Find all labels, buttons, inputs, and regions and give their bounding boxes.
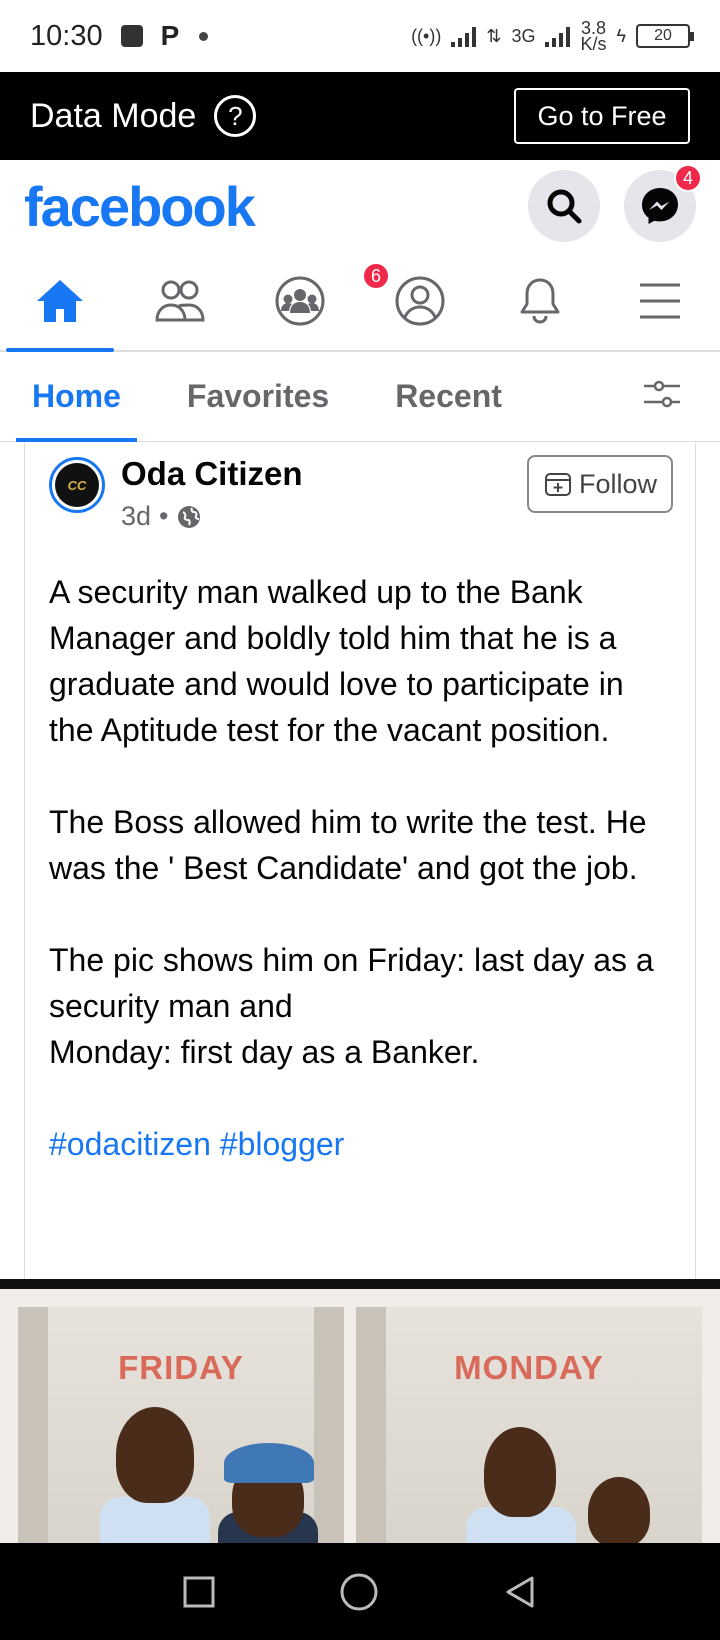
- friends-icon: [155, 280, 205, 322]
- photo-person-face: [588, 1477, 650, 1543]
- main-nav: 6: [0, 252, 720, 352]
- status-right-icons: ((•)) ⇅ 3G 3.8 K/s ϟ 20: [411, 19, 694, 54]
- nav-tab-notifications[interactable]: [480, 252, 600, 350]
- notification-p-icon: P: [160, 20, 180, 51]
- hotspot-icon: ((•)): [411, 25, 442, 46]
- post-paragraph: The pic shows him on Friday: last day as…: [49, 942, 654, 1070]
- profile-icon: [395, 276, 445, 326]
- nav-tab-groups[interactable]: 6: [240, 252, 390, 350]
- feed-tab-favorites[interactable]: Favorites: [171, 352, 345, 442]
- feed-tab-recent[interactable]: Recent: [379, 352, 518, 442]
- oda-citizen-logo-icon: CC: [55, 463, 99, 507]
- nav-tab-menu[interactable]: [600, 252, 720, 350]
- notification-dot-icon: [199, 31, 209, 41]
- status-time: 10:30: [30, 19, 103, 52]
- go-to-free-button[interactable]: Go to Free: [514, 88, 690, 144]
- system-nav-bar: [0, 1543, 720, 1640]
- post-author[interactable]: Oda Citizen: [121, 455, 303, 493]
- nav-tab-home[interactable]: [0, 252, 120, 352]
- photo-caption-monday: MONDAY: [454, 1349, 604, 1386]
- groups-icon: [275, 276, 325, 326]
- photo-panel-friday: FRIDAY: [18, 1307, 344, 1543]
- post-meta: 3d •: [121, 501, 201, 532]
- post-photo-divider: [0, 1279, 720, 1289]
- bell-icon: [520, 278, 560, 324]
- feed-tabs: Home Favorites Recent: [0, 352, 720, 442]
- photo-panel-monday: MONDAY: [356, 1307, 702, 1543]
- data-mode-bar: Data Mode ? Go to Free: [0, 72, 720, 160]
- signal-2-icon: [545, 25, 571, 47]
- data-mode-label: Data Mode: [30, 96, 197, 135]
- filter-icon: [644, 380, 680, 408]
- nav-tab-profile[interactable]: [360, 252, 480, 350]
- photo-pillar: [18, 1307, 48, 1543]
- post-photo[interactable]: FRIDAY MONDAY: [0, 1289, 720, 1543]
- feed-tab-home[interactable]: Home: [16, 352, 137, 442]
- back-icon[interactable]: [502, 1574, 538, 1610]
- post-body: A security man walked up to the Bank Man…: [49, 569, 669, 1213]
- feed-filter-button[interactable]: [642, 379, 682, 414]
- post-time[interactable]: 3d: [121, 501, 151, 532]
- menu-icon: [640, 283, 680, 319]
- messenger-button[interactable]: 4: [624, 164, 702, 242]
- follow-button[interactable]: Follow: [527, 455, 673, 513]
- globe-icon: [177, 505, 200, 528]
- status-bar: 10:30 P ((•)) ⇅ 3G 3.8 K/s ϟ 20: [0, 0, 720, 72]
- notification-square-icon: [120, 25, 143, 47]
- recents-icon[interactable]: [182, 1575, 216, 1609]
- help-icon[interactable]: ?: [214, 95, 257, 137]
- network-type: 3G: [511, 25, 536, 46]
- photo-pillar: [356, 1307, 386, 1543]
- search-button[interactable]: [528, 170, 600, 242]
- follow-page-icon: [544, 473, 571, 496]
- home-icon: [37, 280, 83, 322]
- data-arrows-icon: ⇅: [486, 25, 502, 46]
- photo-caption-friday: FRIDAY: [118, 1349, 244, 1386]
- messenger-badge: 4: [674, 164, 702, 192]
- photo-pillar: [314, 1307, 344, 1543]
- post-paragraph: A security man walked up to the Bank Man…: [49, 574, 624, 748]
- speed-indicator: 3.8 K/s: [580, 19, 607, 54]
- header-actions: 4: [528, 164, 702, 242]
- nav-tab-friends[interactable]: [120, 252, 240, 350]
- meta-separator: •: [159, 501, 169, 531]
- follow-label: Follow: [578, 468, 658, 499]
- charging-icon: ϟ: [616, 25, 626, 46]
- post-hashtags[interactable]: #odacitizen #blogger: [49, 1121, 669, 1167]
- signal-1-icon: [451, 25, 477, 47]
- photo-person-face: [116, 1407, 194, 1503]
- author-avatar[interactable]: CC: [49, 457, 105, 513]
- photo-cap: [224, 1443, 314, 1483]
- app-header: facebook 4: [0, 160, 720, 252]
- battery-icon: 20: [636, 24, 694, 48]
- facebook-logo[interactable]: facebook: [24, 174, 256, 239]
- home-circle-icon[interactable]: [339, 1572, 379, 1612]
- speed-unit: K/s: [580, 34, 607, 54]
- search-icon: [547, 189, 582, 224]
- photo-person-face: [484, 1427, 556, 1517]
- photo-person-shirt: [100, 1497, 210, 1543]
- messenger-icon: [642, 188, 678, 224]
- feed-post: CC Oda Citizen 3d • Follow A security ma…: [24, 443, 696, 1279]
- battery-level: 20: [654, 27, 672, 44]
- post-paragraph: The Boss allowed him to write the test. …: [49, 804, 647, 886]
